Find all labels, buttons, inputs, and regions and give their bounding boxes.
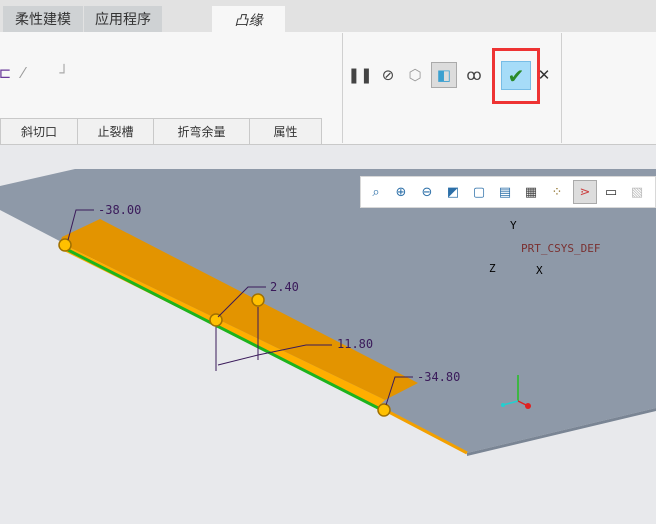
dimension-label[interactable]: 11.80 xyxy=(337,337,373,351)
shape-icon[interactable]: ⊏ xyxy=(0,62,11,84)
checkmark-icon: ✔ xyxy=(507,63,525,88)
view-manager-icon[interactable]: ▭ xyxy=(601,182,621,202)
separator xyxy=(561,33,562,143)
subtab-bend-allowance[interactable]: 折弯余量 xyxy=(153,118,250,144)
spin-center-icon[interactable]: ⋗ xyxy=(573,180,597,204)
close-icon: ✕ xyxy=(537,66,551,84)
separator xyxy=(342,33,343,143)
annotation-display-icon[interactable]: ▧ xyxy=(627,182,647,202)
dimension-label[interactable]: 2.40 xyxy=(270,280,299,294)
saved-orientations-icon[interactable]: ▢ xyxy=(469,182,489,202)
ok-button[interactable]: ✔ xyxy=(501,61,531,90)
axis-x-label: X xyxy=(536,264,543,277)
csys-label: PRT_CSYS_DEF xyxy=(521,242,601,255)
tab-flexible-modeling[interactable]: 柔性建模 xyxy=(3,6,83,32)
drag-handle[interactable] xyxy=(251,293,265,307)
snapshot-icon[interactable]: ▦ xyxy=(521,182,541,202)
cancel-button[interactable]: ✕ xyxy=(536,64,552,86)
drag-handle[interactable] xyxy=(58,238,72,252)
glasses-icon[interactable]: ꝏ xyxy=(462,64,486,86)
dimension-label[interactable]: -38.00 xyxy=(98,203,141,217)
subtab-properties[interactable]: 属性 xyxy=(249,118,322,144)
wireframe-preview-icon[interactable]: ⬡ xyxy=(404,64,426,86)
axis-z-label: Z xyxy=(489,262,496,275)
zoom-in-icon[interactable]: ⊕ xyxy=(391,182,411,202)
drag-handle[interactable] xyxy=(209,313,223,327)
no-preview-icon[interactable]: ⊘ xyxy=(378,64,398,86)
subtab-relief[interactable]: 止裂槽 xyxy=(77,118,154,144)
shaded-preview-icon[interactable]: ◧ xyxy=(431,62,457,88)
bend-icon[interactable]: ┘ xyxy=(52,62,76,84)
miter-icon[interactable]: ⁄ xyxy=(11,62,35,84)
repaint-icon[interactable]: ◩ xyxy=(443,182,463,202)
tab-applications[interactable]: 应用程序 xyxy=(84,6,162,32)
axis-y-label: Y xyxy=(510,219,517,232)
datum-display-icon[interactable]: ⁘ xyxy=(547,182,567,202)
display-style-icon[interactable]: ▤ xyxy=(495,182,515,202)
tab-flange[interactable]: 凸缘 xyxy=(212,6,285,33)
subtab-miter-cuts[interactable]: 斜切口 xyxy=(0,118,78,144)
view-toolbar: ⌕ ⊕ ⊖ ◩ ▢ ▤ ▦ ⁘ ⋗ ▭ ▧ xyxy=(360,176,656,208)
drag-handle[interactable] xyxy=(377,403,391,417)
ribbon-tab-bar: 柔性建模 应用程序 凸缘 xyxy=(0,0,656,33)
zoom-out-icon[interactable]: ⊖ xyxy=(417,182,437,202)
refit-icon[interactable]: ⌕ xyxy=(366,182,386,202)
pause-icon[interactable]: ❚❚ xyxy=(347,64,372,86)
dimension-label[interactable]: -34.80 xyxy=(417,370,460,384)
